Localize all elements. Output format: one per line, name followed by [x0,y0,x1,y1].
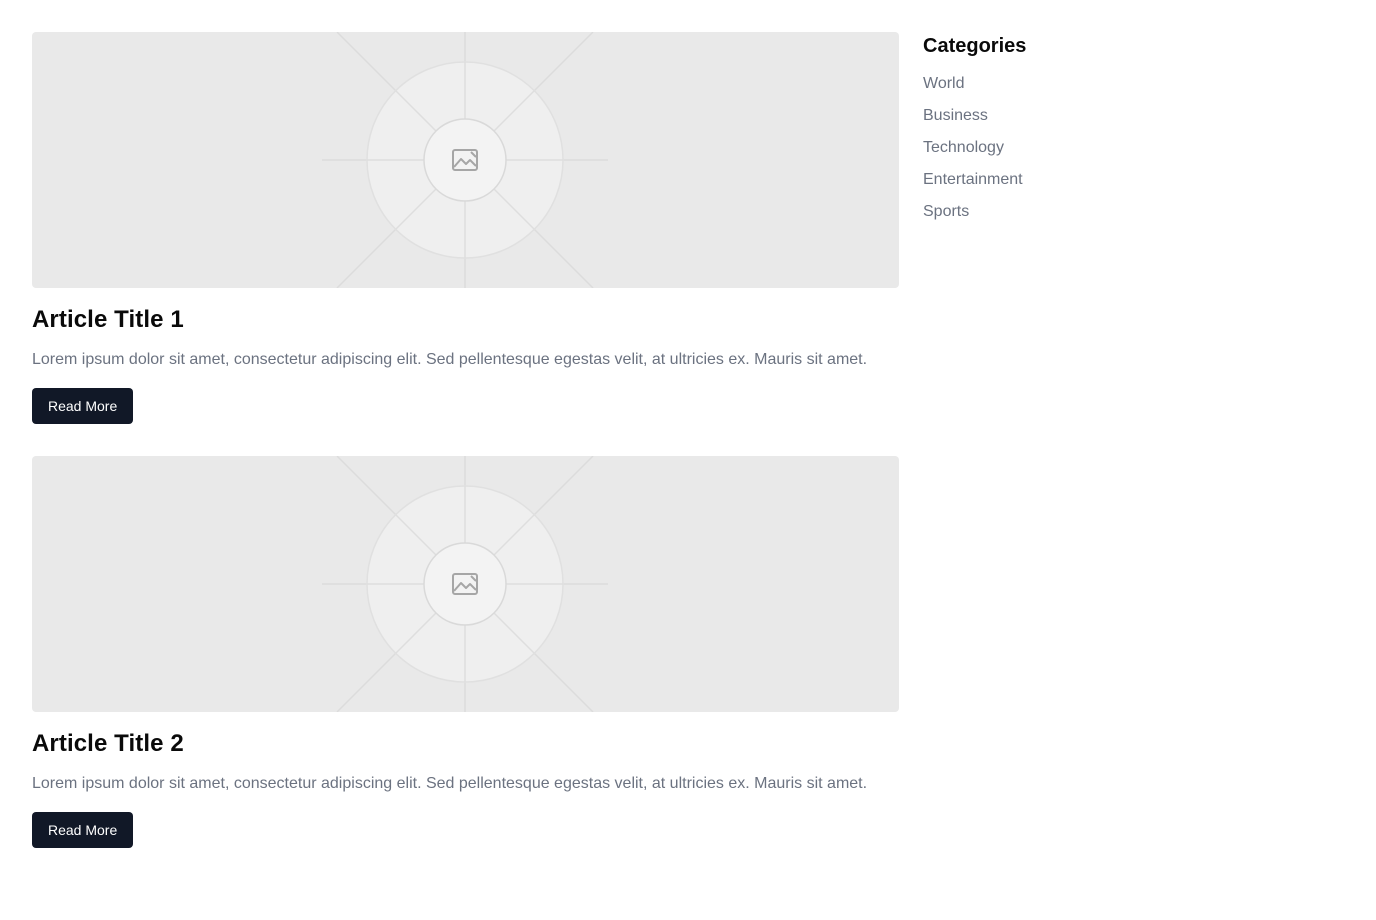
category-item-business[interactable]: Business [923,104,1223,128]
categories-list: World Business Technology Entertainment … [923,72,1223,224]
image-placeholder-icon [452,149,478,171]
article-card: Article Title 2 Lorem ipsum dolor sit am… [32,456,899,848]
category-item-sports[interactable]: Sports [923,200,1223,224]
read-more-button[interactable]: Read More [32,388,134,424]
category-item-technology[interactable]: Technology [923,136,1223,160]
categories-title: Categories [923,35,1027,57]
read-more-button[interactable]: Read More [32,812,134,848]
article-title: Article Title 2 [32,730,184,757]
article-excerpt: Lorem ipsum dolor sit amet, consectetur … [32,351,868,368]
category-item-world[interactable]: World [923,72,1223,96]
article-image-placeholder [32,32,899,288]
article-card: Article Title 1 Lorem ipsum dolor sit am… [32,32,899,424]
article-feed: Article Title 1 Lorem ipsum dolor sit am… [32,32,899,880]
image-placeholder-icon [452,573,478,595]
category-item-entertainment[interactable]: Entertainment [923,168,1223,192]
article-title: Article Title 1 [32,306,184,333]
categories-sidebar: Categories World Business Technology Ent… [923,32,1223,232]
article-excerpt: Lorem ipsum dolor sit amet, consectetur … [32,775,868,792]
page: Article Title 1 Lorem ipsum dolor sit am… [0,0,1376,920]
article-image-placeholder [32,456,899,712]
